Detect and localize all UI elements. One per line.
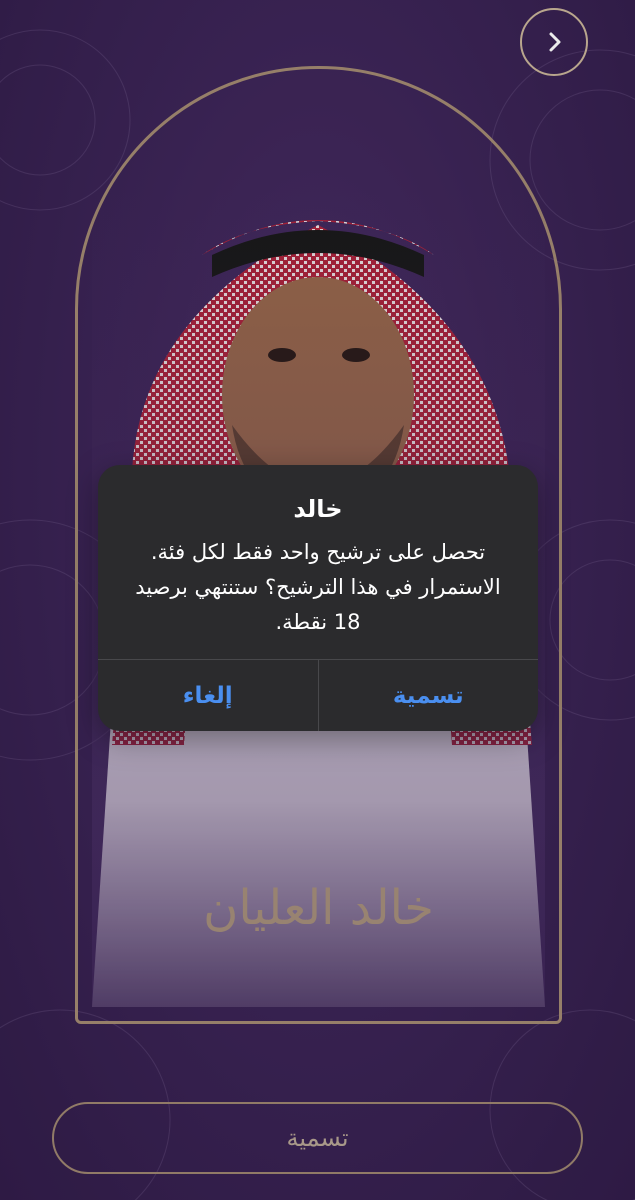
alert-title: خالد — [293, 495, 343, 523]
confirmation-alert: خالد تحصل على ترشيح واحد فقط لكل فئة. ال… — [98, 465, 538, 731]
alert-cancel-button[interactable]: إلغاء — [98, 660, 318, 731]
alert-actions: إلغاء تسمية — [98, 659, 538, 731]
alert-message: تحصل على ترشيح واحد فقط لكل فئة. الاستمر… — [135, 540, 501, 634]
alert-confirm-button[interactable]: تسمية — [317, 660, 539, 731]
